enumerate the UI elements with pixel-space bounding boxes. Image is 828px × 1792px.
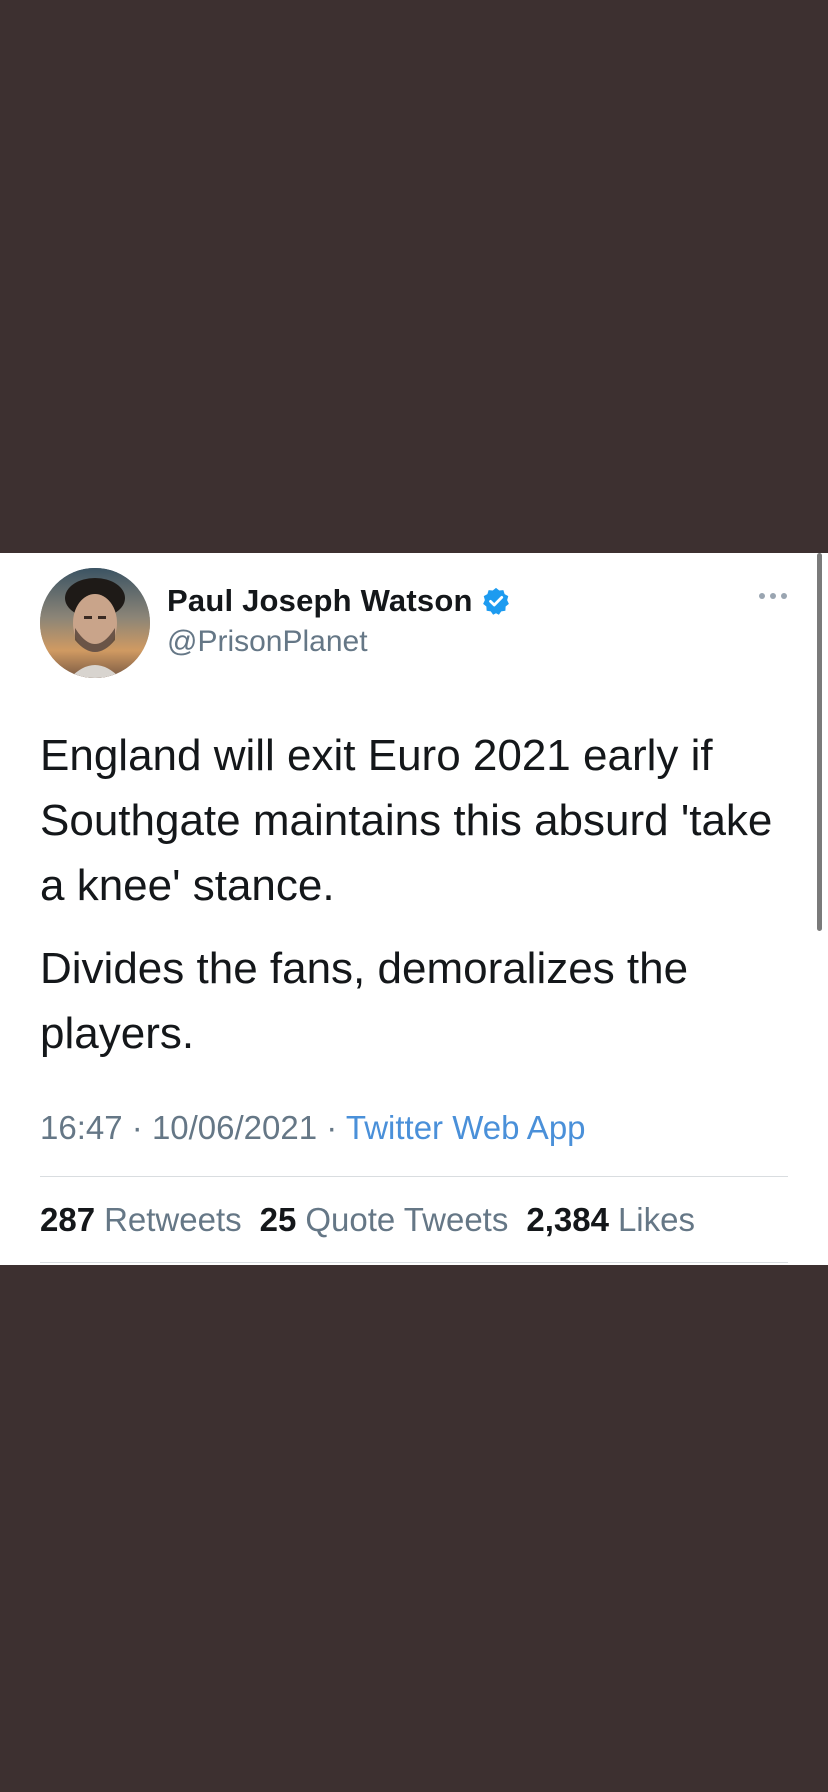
retweets-label: Retweets: [104, 1201, 242, 1238]
tweet-paragraph: Divides the fans, demoralizes the player…: [40, 944, 689, 1058]
tweet-stats: 287 Retweets 25 Quote Tweets 2,384 Likes: [40, 1201, 695, 1239]
tweet-meta: 16:47 · 10/06/2021 · Twitter Web App: [40, 1109, 586, 1147]
likes-label: Likes: [617, 1201, 695, 1238]
quote-tweets-count: 25: [259, 1201, 297, 1238]
quote-tweets-stat[interactable]: 25 Quote Tweets: [260, 1201, 509, 1239]
likes-stat[interactable]: 2,384 Likes: [526, 1201, 695, 1239]
divider: [40, 1262, 788, 1263]
tweet-date[interactable]: 10/06/2021: [152, 1109, 317, 1146]
likes-count: 2,384: [526, 1201, 609, 1238]
more-options-icon[interactable]: [758, 589, 788, 603]
tweet-source-link[interactable]: Twitter Web App: [346, 1109, 586, 1146]
tweet-text: England will exit Euro 2021 early if Sou…: [40, 723, 790, 1084]
author-display-name[interactable]: Paul Joseph Watson: [167, 583, 473, 619]
author-name-row[interactable]: Paul Joseph Watson: [167, 583, 511, 619]
retweets-stat[interactable]: 287 Retweets: [40, 1201, 242, 1239]
scrollbar[interactable]: [817, 553, 822, 931]
tweet-paragraph: England will exit Euro 2021 early if Sou…: [40, 731, 773, 910]
author-handle[interactable]: @PrisonPlanet: [167, 625, 368, 659]
meta-separator: ·: [326, 1109, 338, 1146]
tweet-time[interactable]: 16:47: [40, 1109, 123, 1146]
retweets-count: 287: [40, 1201, 96, 1238]
avatar-photo: [40, 568, 150, 678]
avatar[interactable]: [40, 568, 150, 678]
divider: [40, 1176, 788, 1177]
verified-badge-icon: [482, 587, 509, 615]
tweet-card: Paul Joseph Watson @PrisonPlanet England…: [0, 553, 828, 1265]
screenshot-canvas: Paul Joseph Watson @PrisonPlanet England…: [0, 0, 828, 1792]
quote-tweets-label: Quote Tweets: [305, 1201, 509, 1238]
meta-separator: ·: [131, 1109, 143, 1146]
